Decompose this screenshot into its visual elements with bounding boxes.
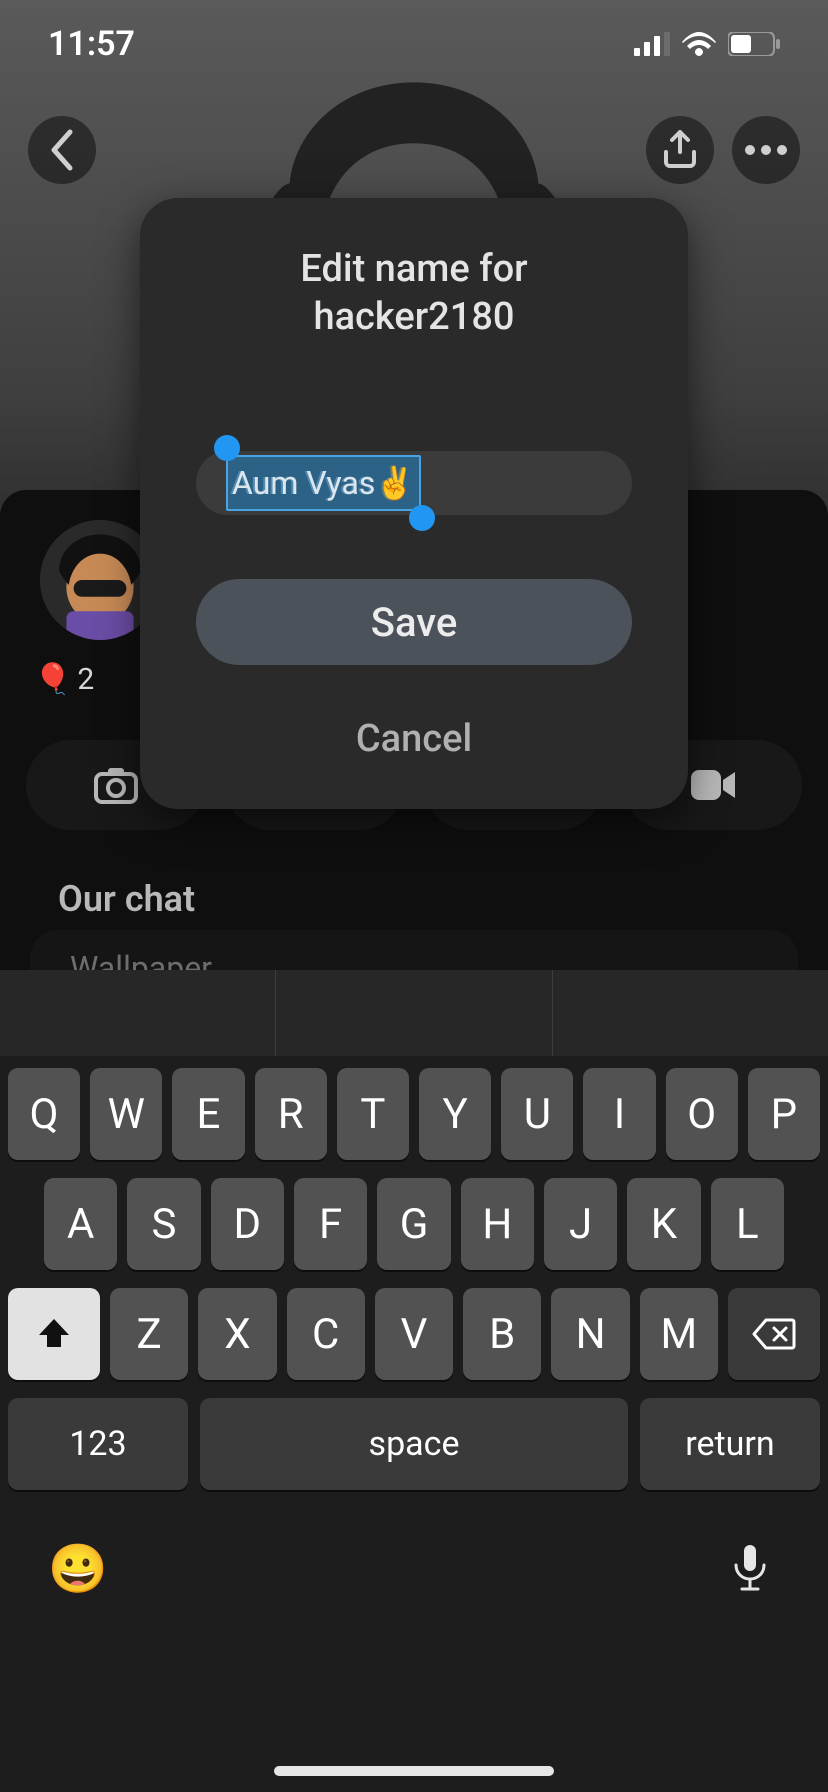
key-r[interactable]: R (255, 1068, 327, 1160)
key-q[interactable]: Q (8, 1068, 80, 1160)
chevron-left-icon (48, 128, 76, 172)
backspace-key[interactable] (728, 1288, 820, 1380)
streak-indicator: 🎈 2 (34, 662, 94, 697)
wifi-icon (682, 32, 716, 56)
key-e[interactable]: E (172, 1068, 244, 1160)
kb-row-2: ASDFGHJKL (8, 1178, 820, 1270)
key-i[interactable]: I (583, 1068, 655, 1160)
prediction-slot-2[interactable] (275, 970, 551, 1056)
key-a[interactable]: A (44, 1178, 117, 1270)
kb-row-4: 123 space return (8, 1398, 820, 1490)
backspace-icon (752, 1318, 796, 1350)
prediction-slot-3[interactable] (552, 970, 828, 1056)
key-f[interactable]: F (294, 1178, 367, 1270)
key-u[interactable]: U (501, 1068, 573, 1160)
kb-row-3: ZXCVBNM (8, 1288, 820, 1380)
video-camera-icon (689, 768, 737, 802)
microphone-icon (732, 1543, 768, 1593)
return-key[interactable]: return (640, 1398, 820, 1490)
key-d[interactable]: D (211, 1178, 284, 1270)
key-n[interactable]: N (551, 1288, 629, 1380)
name-input-wrap: Aum Vyas✌️ (196, 451, 632, 515)
section-our-chat: Our chat (58, 878, 195, 920)
key-v[interactable]: V (375, 1288, 453, 1380)
status-right (634, 32, 780, 56)
shift-key[interactable] (8, 1288, 100, 1380)
screen: 11:57 (0, 0, 828, 1792)
key-l[interactable]: L (711, 1178, 784, 1270)
text-selection[interactable]: Aum Vyas✌️ (226, 455, 421, 511)
numbers-key[interactable]: 123 (8, 1398, 188, 1490)
camera-icon (94, 766, 138, 804)
battery-icon (728, 32, 780, 56)
kb-row-1: QWERTYUIOP (8, 1068, 820, 1160)
selection-handle-end[interactable] (409, 505, 435, 531)
key-j[interactable]: J (544, 1178, 617, 1270)
more-button[interactable] (732, 116, 800, 184)
modal-title-prefix: Edit name for (300, 247, 527, 291)
key-z[interactable]: Z (110, 1288, 188, 1380)
home-indicator[interactable] (274, 1766, 554, 1776)
key-y[interactable]: Y (419, 1068, 491, 1160)
dictation-key[interactable] (720, 1538, 780, 1598)
balloon-icon: 🎈 (34, 662, 71, 697)
key-m[interactable]: M (640, 1288, 718, 1380)
share-button[interactable] (646, 116, 714, 184)
shift-icon (37, 1317, 71, 1351)
cellular-signal-icon (634, 32, 670, 56)
selected-text: Aum Vyas✌️ (232, 464, 415, 502)
prediction-slot-1[interactable] (0, 970, 275, 1056)
selection-handle-start[interactable] (214, 435, 240, 461)
key-o[interactable]: O (666, 1068, 738, 1160)
modal-username: hacker2180 (313, 295, 514, 339)
emoji-key[interactable]: 😀 (48, 1538, 108, 1598)
save-button[interactable]: Save (196, 579, 632, 665)
key-g[interactable]: G (377, 1178, 450, 1270)
modal-title: Edit name for hacker2180 (300, 246, 527, 341)
key-w[interactable]: W (90, 1068, 162, 1160)
cancel-button[interactable]: Cancel (336, 709, 492, 769)
dots-horizontal-icon (744, 144, 788, 156)
share-icon (662, 130, 698, 170)
back-button[interactable] (28, 116, 96, 184)
key-p[interactable]: P (748, 1068, 820, 1160)
key-k[interactable]: K (627, 1178, 700, 1270)
streak-count: 2 (77, 662, 94, 697)
key-c[interactable]: C (287, 1288, 365, 1380)
kb-accessory-row: 😀 (8, 1508, 820, 1608)
space-key[interactable]: space (200, 1398, 628, 1490)
status-time: 11:57 (48, 24, 135, 64)
key-h[interactable]: H (461, 1178, 534, 1270)
predictive-bar (0, 970, 828, 1056)
key-x[interactable]: X (198, 1288, 276, 1380)
key-s[interactable]: S (127, 1178, 200, 1270)
key-t[interactable]: T (337, 1068, 409, 1160)
key-b[interactable]: B (463, 1288, 541, 1380)
keyboard: QWERTYUIOP ASDFGHJKL ZXCVBNM 123 space r… (0, 1056, 828, 1792)
edit-name-modal: Edit name for hacker2180 Aum Vyas✌️ Save… (140, 198, 688, 809)
